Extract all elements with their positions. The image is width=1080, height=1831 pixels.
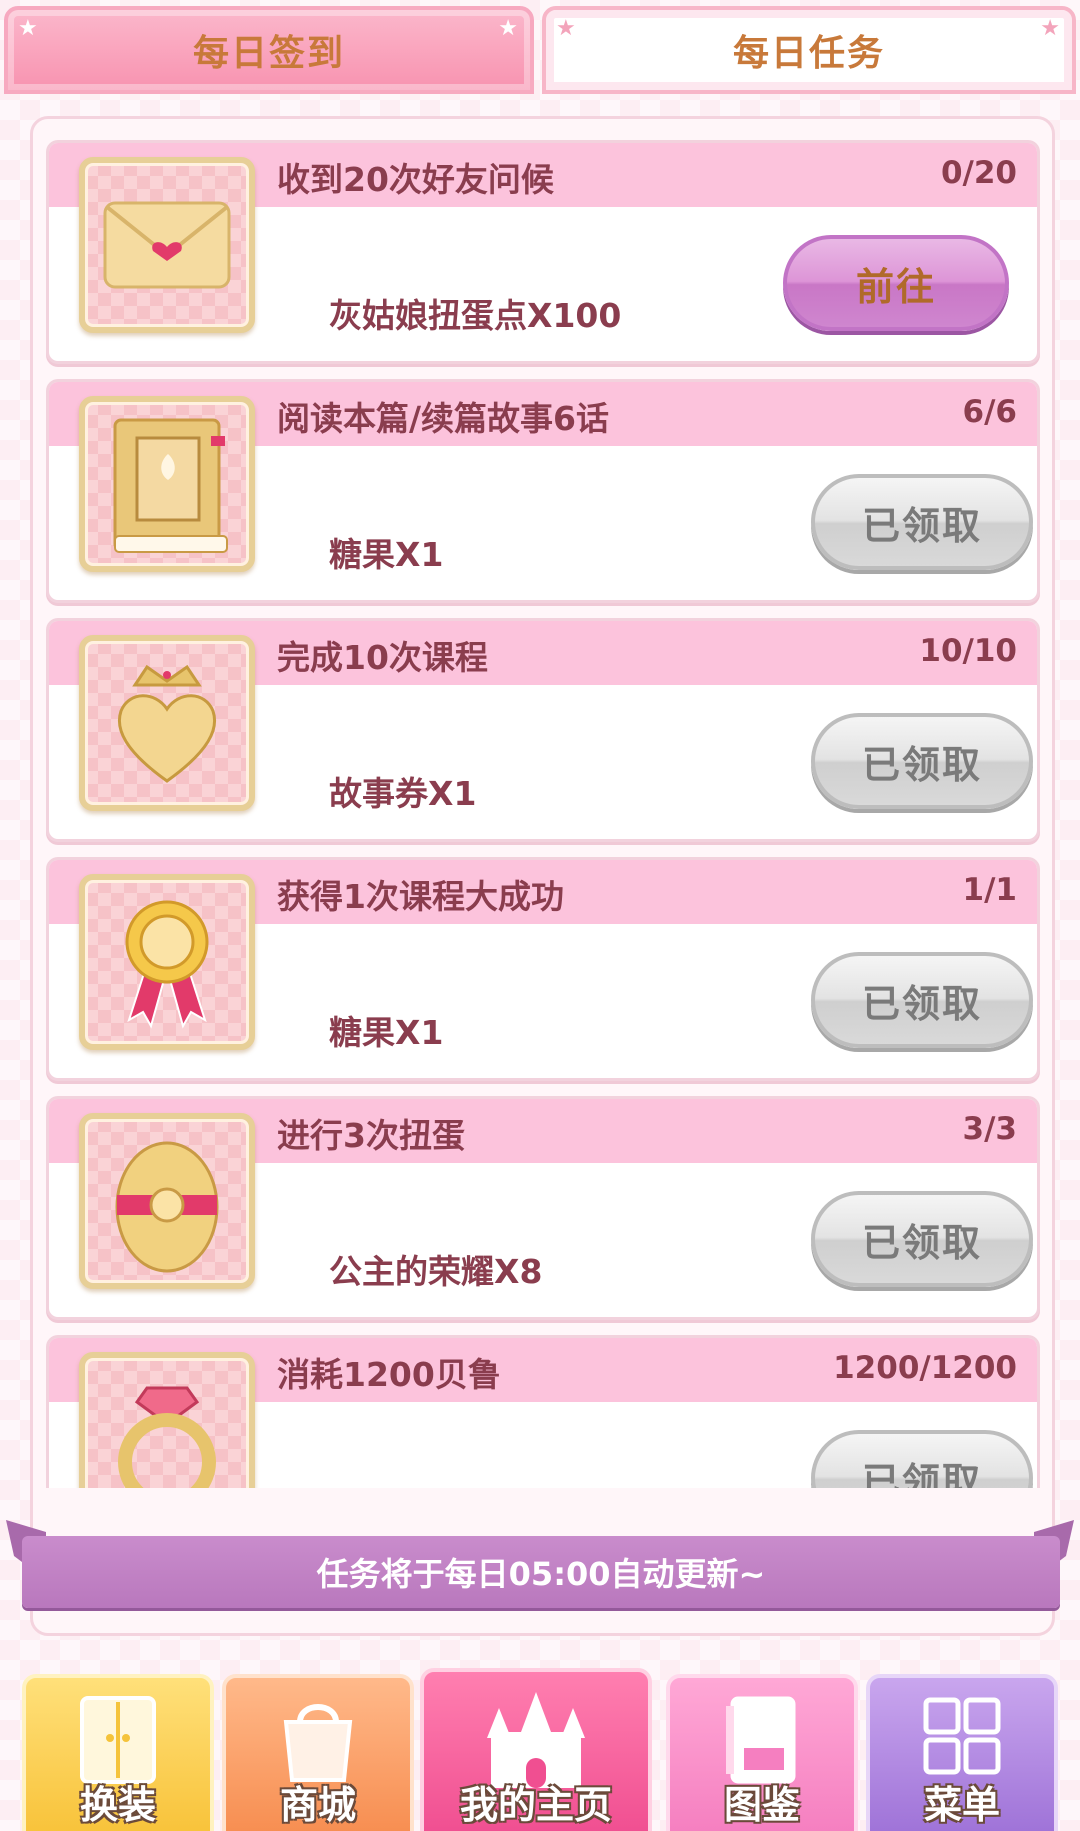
storybook-icon xyxy=(79,396,255,572)
nav-gallery[interactable]: 图鉴 xyxy=(666,1674,858,1831)
golden-egg-icon xyxy=(79,1113,255,1289)
task-card: 进行3次扭蛋 3/3 公主的荣耀X8 已领取 xyxy=(46,1096,1040,1320)
nav-gallery-label: 图鉴 xyxy=(723,1783,800,1827)
task-progress: 1200/1200 xyxy=(833,1350,1017,1386)
task-progress: 10/10 xyxy=(919,633,1017,669)
task-progress: 6/6 xyxy=(962,394,1017,430)
task-card: 收到20次好友问候 0/20 灰姑娘扭蛋点X100 前往 xyxy=(46,140,1040,364)
task-progress: 0/20 xyxy=(940,155,1017,191)
go-button[interactable]: 前往 xyxy=(783,235,1009,331)
task-title: 进行3次扭蛋 xyxy=(277,1116,465,1155)
tab-daily-tasks[interactable]: ★ 每日任务 ★ xyxy=(542,6,1076,94)
nav-wardrobe[interactable]: 换装 xyxy=(22,1674,214,1831)
gem-ring-icon xyxy=(79,1352,255,1488)
album-icon xyxy=(726,1696,796,1784)
refresh-notice: 任务将于每日05:00自动更新~ xyxy=(22,1536,1060,1608)
wardrobe-icon xyxy=(80,1696,156,1784)
task-card: 阅读本篇/续篇故事6话 6/6 糖果X1 已领取 xyxy=(46,379,1040,603)
medal-ribbon-icon xyxy=(79,874,255,1050)
task-title: 完成10次课程 xyxy=(277,638,488,677)
claimed-button[interactable]: 已领取 xyxy=(811,1430,1033,1488)
task-reward: 公主的荣耀X8 xyxy=(329,1252,543,1291)
task-reward: 灰姑娘扭蛋点X100 xyxy=(329,296,622,335)
envelope-heart-icon xyxy=(79,157,255,333)
task-card: 消耗1200贝鲁 1200/1200 已领取 xyxy=(46,1335,1040,1488)
nav-menu[interactable]: 菜单 xyxy=(866,1674,1058,1831)
shopping-bag-icon xyxy=(283,1704,353,1782)
claimed-button[interactable]: 已领取 xyxy=(811,713,1033,809)
star-icon: ★ xyxy=(1040,16,1062,41)
task-list[interactable]: 收到20次好友问候 0/20 灰姑娘扭蛋点X100 前往 阅读本篇/续篇故事6话… xyxy=(46,140,1040,1488)
nav-shop-label: 商城 xyxy=(279,1783,356,1827)
bottom-nav: 换装 商城 我的主页 图鉴 菜单 xyxy=(0,1668,1080,1831)
task-reward: 糖果X1 xyxy=(329,535,444,574)
crowned-heart-icon xyxy=(79,635,255,811)
star-icon: ★ xyxy=(556,16,578,41)
task-card: 获得1次课程大成功 1/1 糖果X1 已领取 xyxy=(46,857,1040,1081)
claimed-button[interactable]: 已领取 xyxy=(811,1191,1033,1287)
notice-banner: 任务将于每日05:00自动更新~ xyxy=(0,1520,1080,1608)
task-reward: 故事券X1 xyxy=(329,774,477,813)
task-title: 获得1次课程大成功 xyxy=(277,877,564,916)
tab-daily-checkin-label: 每日签到 xyxy=(192,33,345,74)
nav-wardrobe-label: 换装 xyxy=(79,1783,156,1827)
tab-daily-tasks-label: 每日任务 xyxy=(732,33,885,74)
task-progress: 1/1 xyxy=(962,872,1017,908)
nav-home-label: 我的主页 xyxy=(459,1783,612,1827)
task-reward: 糖果X1 xyxy=(329,1013,444,1052)
nav-shop[interactable]: 商城 xyxy=(222,1674,414,1831)
star-icon: ★ xyxy=(18,16,40,41)
nav-menu-label: 菜单 xyxy=(923,1783,1000,1827)
nav-home[interactable]: 我的主页 xyxy=(420,1668,652,1831)
claimed-button[interactable]: 已领取 xyxy=(811,474,1033,570)
task-title: 阅读本篇/续篇故事6话 xyxy=(277,399,610,438)
task-title: 消耗1200贝鲁 xyxy=(277,1355,501,1394)
grid-menu-icon xyxy=(923,1697,1001,1775)
task-title: 收到20次好友问候 xyxy=(277,160,554,199)
task-card: 完成10次课程 10/10 故事券X1 已领取 xyxy=(46,618,1040,842)
star-icon: ★ xyxy=(498,16,520,41)
tab-daily-checkin[interactable]: ★ 每日签到 ★ xyxy=(4,6,534,94)
tab-bar: ★ 每日签到 ★ ★ 每日任务 ★ xyxy=(0,0,1080,96)
task-progress: 3/3 xyxy=(962,1111,1017,1147)
claimed-button[interactable]: 已领取 xyxy=(811,952,1033,1048)
